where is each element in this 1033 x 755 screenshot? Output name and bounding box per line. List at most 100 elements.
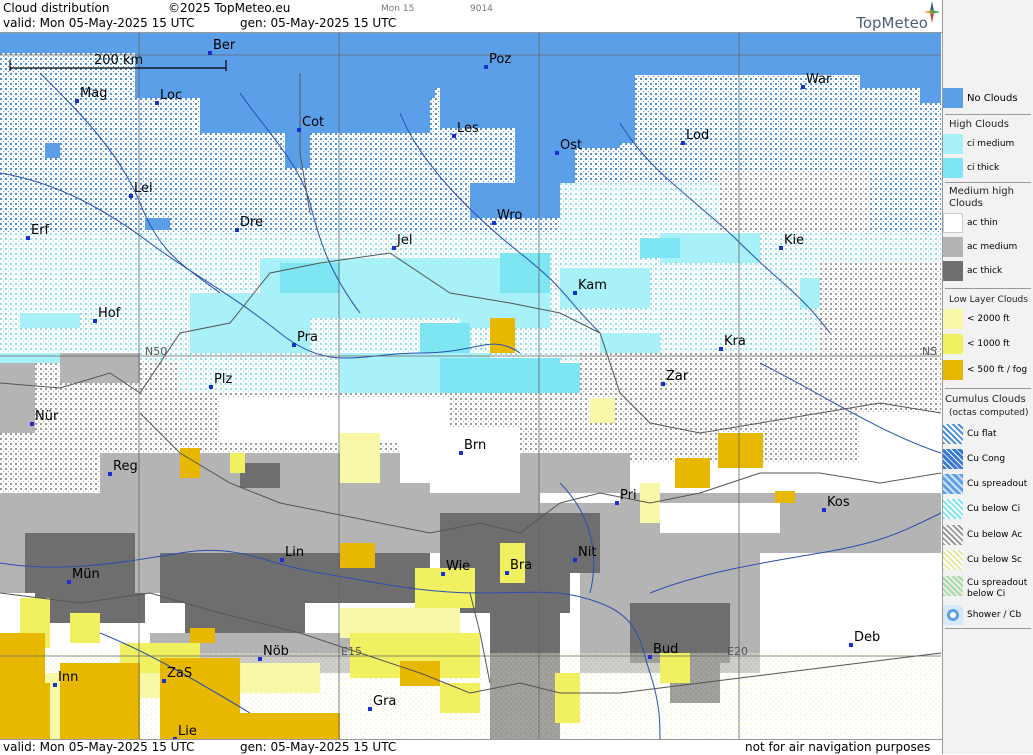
legend-cu-below-sc: Cu below Sc [943,550,1032,572]
cu-below-ac-label: Cu below Ac [967,530,1023,540]
city-label: Wro [497,208,522,223]
cu-spread-below-ci-swatch [943,576,963,596]
city-marker [280,558,284,562]
city-label: Deb [854,630,880,645]
low-2000-swatch [943,309,963,329]
grid-label-n5: N5 [922,345,937,358]
cu-spread-below-ci-label: Cu spreadout below Ci [967,578,1028,599]
city-label: Nit [578,545,596,560]
city-marker [30,422,34,426]
legend-divider [945,114,1031,115]
legend-low-500: < 500 ft / fog [943,360,1032,382]
city-label: Mün [72,567,100,582]
shower-label: Shower / Cb [967,610,1022,620]
ac-thick-swatch [943,261,963,281]
legend-divider [945,182,1031,183]
ac-thick-label: ac thick [967,266,1003,276]
low-2000-label: < 2000 ft [967,314,1010,324]
ci-medium-label: ci medium [967,139,1015,149]
city-label: Ber [213,38,236,53]
map-title: Cloud distribution [3,1,110,15]
legend-divider [945,388,1031,389]
cu-spreadout-label: Cu spreadout [967,479,1028,489]
city-marker [681,141,685,145]
city-marker [26,236,30,240]
city-label: Kos [827,495,850,510]
small-day-label: Mon 15 [381,4,415,14]
city-label: Pra [297,330,318,345]
city-marker [573,558,577,562]
city-label: Erf [31,223,50,238]
shower-icon [947,609,959,621]
city-marker [849,643,853,647]
city-marker [801,85,805,89]
ac-medium-swatch [943,237,963,257]
city-label: Nür [35,409,59,424]
legend-ac-thick: ac thick [943,261,1032,283]
grid-label-e15: E15 [341,645,362,658]
low-1000-label: < 1000 ft [967,339,1010,349]
city-marker [209,385,213,389]
legend-low-2000: < 2000 ft [943,309,1032,331]
city-marker [292,343,296,347]
city-marker [108,472,112,476]
shower-swatch [943,605,963,625]
city-label: Reg [113,459,138,474]
city-label: Kam [578,278,607,293]
cumulus-subtitle: (octas computed) [949,408,1029,418]
cloud-map[interactable]: N50 N5 E15 E20 200 km Ber Poz War Mag Loc Cot… [0,33,941,739]
low-500-swatch [943,360,963,380]
city-label: ZaS [167,666,192,681]
city-label: Lei [134,181,153,196]
legend-panel: No Clouds High Clouds ci medium ci thick… [942,0,1033,754]
city-label: Cot [302,115,324,130]
city-label: Lie [178,724,197,739]
cu-below-sc-label: Cu below Sc [967,555,1022,565]
city-marker [67,580,71,584]
city-label: Ost [560,138,582,153]
city-marker [615,501,619,505]
grid-label-n50: N50 [145,345,167,358]
grid-label-e20: E20 [727,645,748,658]
legend-ci-medium: ci medium [943,134,1032,156]
ci-thick-label: ci thick [967,163,1000,173]
city-label: Bud [653,642,678,657]
medium-clouds-title: Medium high Clouds [949,186,1014,209]
city-label: Gra [373,694,396,709]
legend-no-clouds: No Clouds [943,88,1032,110]
compass-icon [924,1,940,23]
low-500-label: < 500 ft / fog [967,365,1028,375]
valid-time: valid: Mon 05-May-2025 15 UTC [3,16,195,30]
cumulus-title: Cumulus Clouds [945,394,1026,405]
city-label: Brn [464,438,486,453]
header-bar: Cloud distribution ©2025 TopMeteo.eu Mon… [0,0,942,33]
map-canvas: N50 N5 E15 E20 200 km Ber Poz War Mag Loc Cot… [0,33,941,739]
city-label: Nöb [263,644,289,659]
small-code-label: 9014 [470,4,493,14]
legend-ci-thick: ci thick [943,158,1032,180]
legend-cu-spread-below-ci: Cu spreadout below Ci [943,576,1032,604]
topmeteo-logo: TopMeteo [856,14,928,32]
no-clouds-label: No Clouds [967,93,1018,104]
city-marker [661,382,665,386]
ci-medium-swatch [943,134,963,154]
city-label: Mag [80,86,107,101]
copyright-text: ©2025 TopMeteo.eu [168,1,291,15]
footer-valid-time: valid: Mon 05-May-2025 15 UTC [3,740,195,754]
city-label: Wie [446,559,470,574]
city-label: Bra [510,558,532,573]
high-clouds-title: High Clouds [949,119,1009,130]
low-1000-swatch [943,334,963,354]
scale-label: 200 km [94,53,143,68]
cu-below-ci-label: Cu below Ci [967,504,1021,514]
legend-ac-thin: ac thin [943,213,1032,235]
city-marker [368,707,372,711]
legend-low-1000: < 1000 ft [943,334,1032,356]
city-label: Pri [620,488,637,503]
city-marker [452,134,456,138]
city-marker [555,151,559,155]
city-marker [297,128,301,132]
legend-ac-medium: ac medium [943,237,1032,259]
cu-flat-label: Cu flat [967,429,997,439]
city-marker [129,194,133,198]
